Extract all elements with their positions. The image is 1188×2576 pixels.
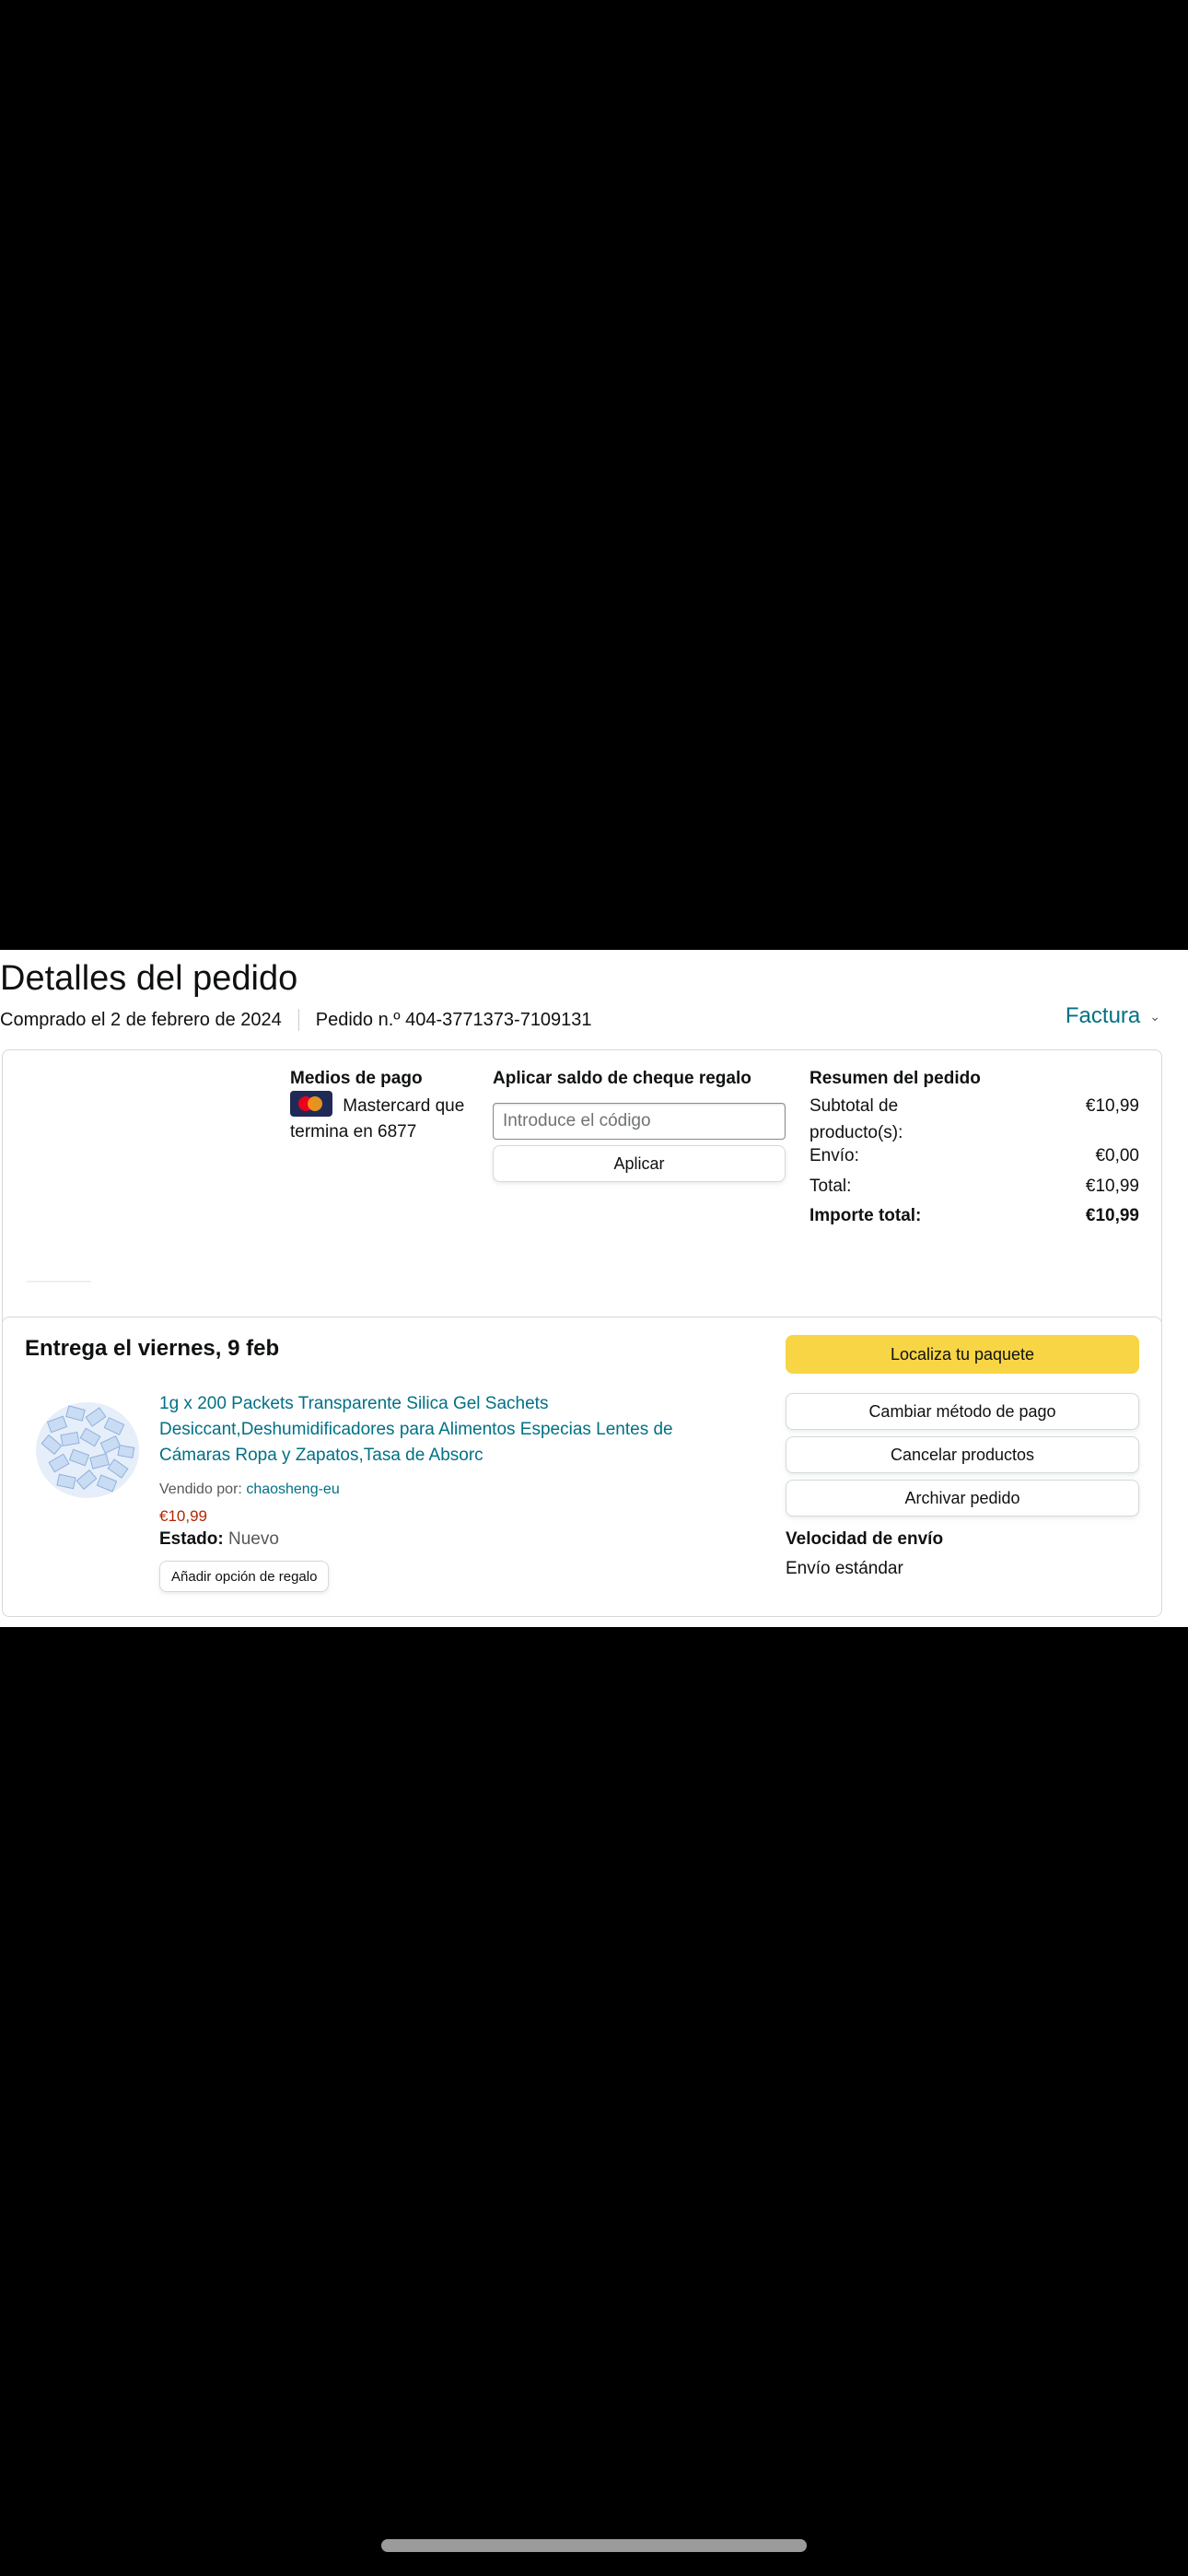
summary-label: Subtotal de producto(s):	[809, 1096, 903, 1142]
product-image[interactable]	[30, 1391, 145, 1505]
summary-row-subtotal: Subtotal de producto(s): €10,99	[809, 1093, 1139, 1146]
sold-by-label: Vendido por:	[159, 1481, 242, 1497]
track-package-button[interactable]: Localiza tu paquete	[786, 1335, 1139, 1374]
summary-title: Resumen del pedido	[809, 1069, 981, 1088]
delivery-date: Entrega el viernes, 9 feb	[25, 1336, 280, 1361]
summary-label: Envío:	[809, 1146, 859, 1165]
archive-order-button[interactable]: Archivar pedido	[786, 1480, 1139, 1516]
purchase-date: Comprado el 2 de febrero de 2024	[0, 1009, 282, 1030]
add-gift-option-button[interactable]: Añadir opción de regalo	[159, 1561, 330, 1592]
summary-row-grand-total: Importe total: €10,99	[809, 1202, 1139, 1229]
card-text-1: Mastercard que	[343, 1096, 465, 1116]
invoice-dropdown[interactable]: Factura ⌄	[1066, 1003, 1160, 1029]
page-title: Detalles del pedido	[0, 959, 298, 998]
shipping-speed-value: Envío estándar	[786, 1559, 903, 1578]
gift-card-title: Aplicar saldo de cheque regalo	[493, 1069, 751, 1088]
summary-row-shipping: Envío: €0,00	[809, 1142, 1139, 1169]
order-number: Pedido n.º 404-3771373-7109131	[315, 1009, 592, 1030]
payment-card-line: Mastercard que	[290, 1091, 464, 1120]
order-meta: Comprado el 2 de febrero de 2024 Pedido …	[0, 1009, 592, 1031]
chevron-down-icon: ⌄	[1149, 1008, 1160, 1024]
cancel-items-button[interactable]: Cancelar productos	[786, 1436, 1139, 1473]
condition-value: Nuevo	[227, 1529, 279, 1549]
gift-code-input[interactable]	[493, 1103, 786, 1140]
sold-by: Vendido por: chaosheng-eu	[159, 1481, 340, 1498]
summary-row-total: Total: €10,99	[809, 1173, 1139, 1200]
product-condition: Estado: Nuevo	[159, 1529, 279, 1550]
invoice-label: Factura	[1065, 1003, 1141, 1028]
apply-button[interactable]: Aplicar	[493, 1145, 786, 1182]
mastercard-icon	[290, 1091, 332, 1117]
summary-value: €10,99	[1085, 1206, 1139, 1225]
shipment-card: Entrega el viernes, 9 feb 1g x 200 Packe…	[2, 1317, 1162, 1617]
payment-methods-title: Medios de pago	[290, 1069, 423, 1088]
summary-value: €0,00	[1095, 1146, 1139, 1165]
shipping-speed-title: Velocidad de envío	[786, 1529, 944, 1549]
product-price: €10,99	[159, 1507, 207, 1525]
summary-label: Importe total:	[809, 1206, 922, 1225]
divider	[27, 1281, 91, 1282]
divider	[297, 1009, 299, 1031]
condition-label: Estado:	[159, 1529, 224, 1549]
summary-value: €10,99	[1085, 1096, 1139, 1116]
seller-link[interactable]: chaosheng-eu	[246, 1481, 339, 1497]
order-info-card: Medios de pago Mastercard que termina en…	[2, 1049, 1162, 1329]
order-details-page: Detalles del pedido Comprado el 2 de feb…	[0, 950, 1188, 1627]
change-payment-button[interactable]: Cambiar método de pago	[786, 1393, 1139, 1430]
product-title-link[interactable]: 1g x 200 Packets Transparente Silica Gel…	[159, 1391, 693, 1469]
summary-value: €10,99	[1085, 1177, 1139, 1196]
home-indicator[interactable]	[381, 2539, 807, 2552]
summary-label: Total:	[809, 1177, 852, 1196]
card-text-2: termina en 6877	[290, 1122, 417, 1142]
